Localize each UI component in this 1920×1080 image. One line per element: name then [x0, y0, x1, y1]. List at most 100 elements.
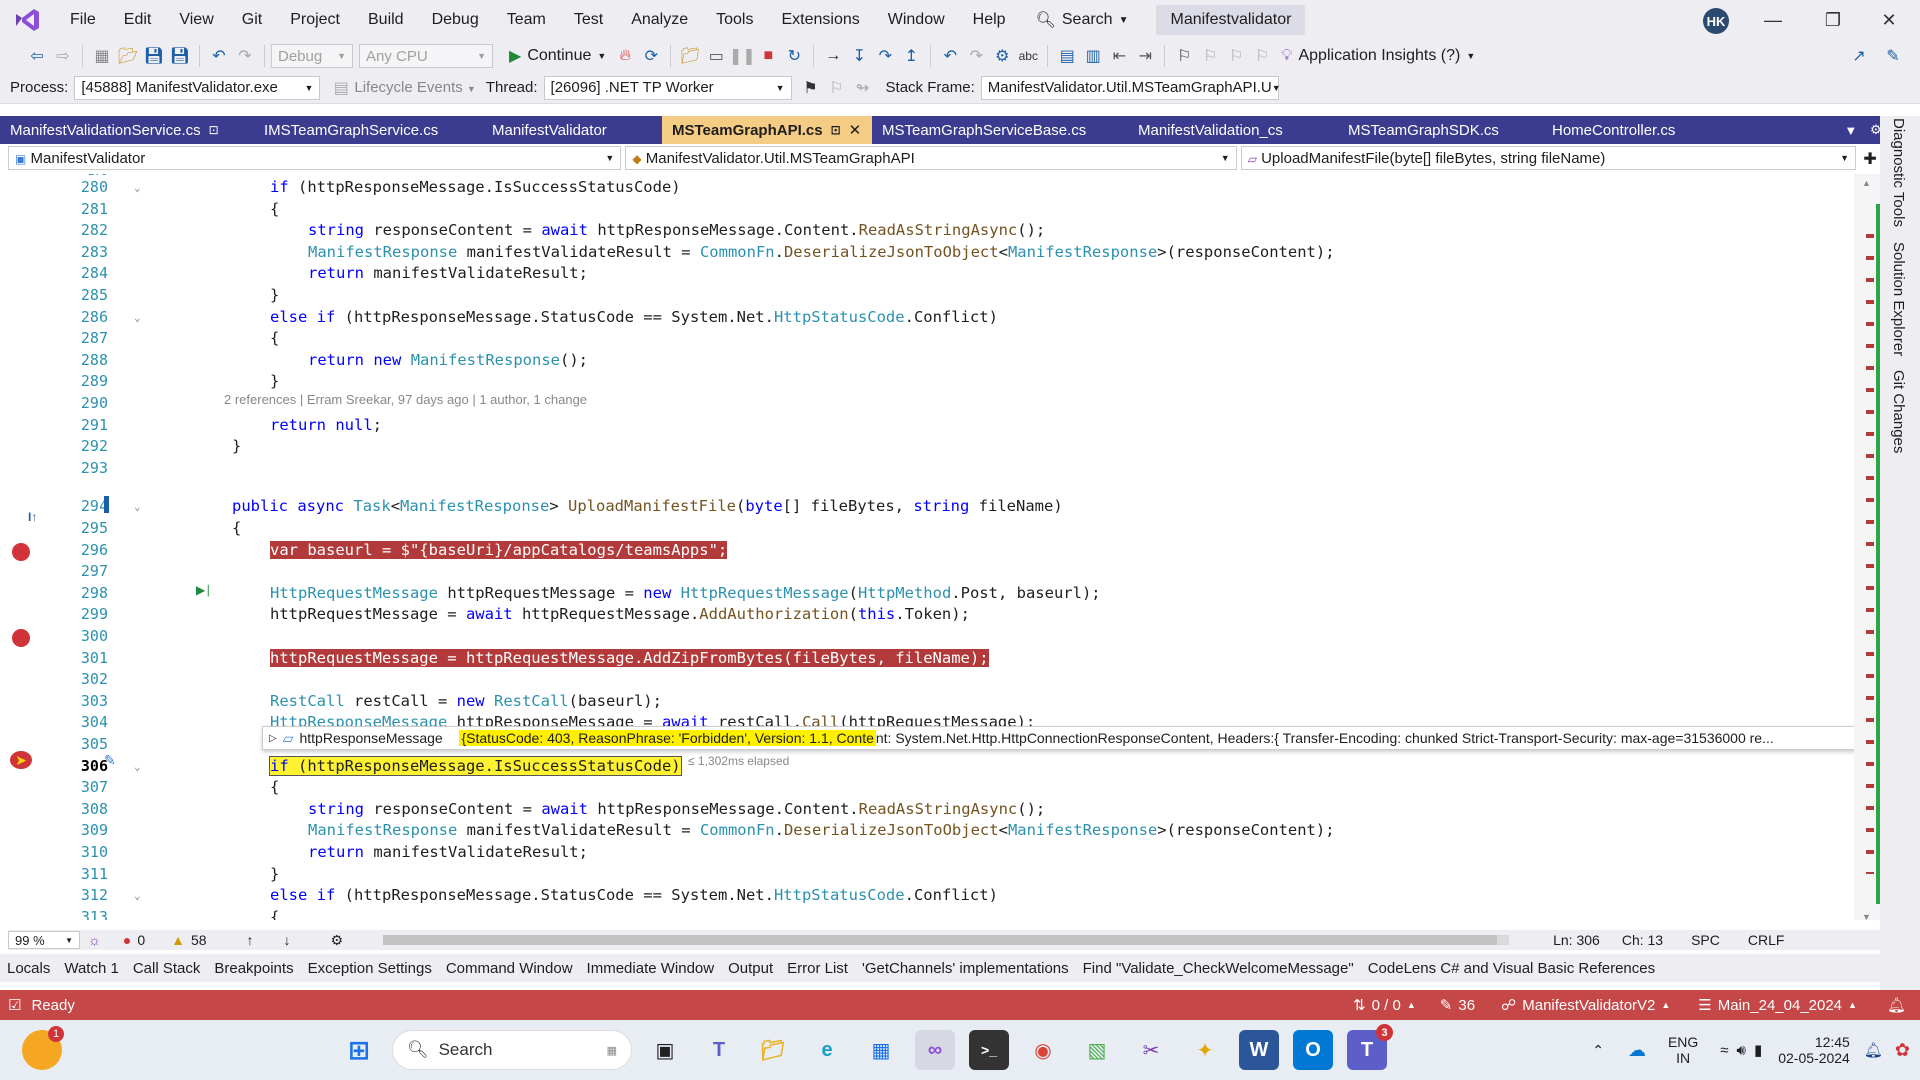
restore-button[interactable]: ❐: [1808, 6, 1858, 34]
clear-bookmarks-icon[interactable]: ⚐: [1249, 43, 1275, 69]
tab-find-results[interactable]: Find "Validate_CheckWelcomeMessage": [1076, 960, 1361, 977]
tab-immediate-window[interactable]: Immediate Window: [580, 960, 722, 977]
photo-editor-icon[interactable]: ▧: [1077, 1030, 1117, 1070]
fold-chevron-icon[interactable]: ⌄: [134, 496, 141, 517]
menu-project[interactable]: Project: [276, 0, 354, 40]
indent-icon[interactable]: ⇥: [1132, 43, 1158, 69]
pin-icon[interactable]: ⊡: [831, 123, 841, 137]
avatar[interactable]: HK: [1703, 8, 1729, 34]
code-text[interactable]: else if (httpResponseMessage.StatusCode …: [270, 885, 998, 906]
microsoft-store-icon[interactable]: ▦: [861, 1030, 901, 1070]
pin-icon[interactable]: ⊡: [209, 123, 219, 137]
spell-check-icon[interactable]: abc: [1015, 43, 1041, 69]
code-text[interactable]: ManifestResponse manifestValidateResult …: [308, 242, 1335, 263]
bookmark-icon[interactable]: ⚐: [1171, 43, 1197, 69]
branch-name[interactable]: Main_24_04_2024: [1718, 997, 1842, 1014]
tab-msteamgraphservicebase[interactable]: MSTeamGraphServiceBase.cs: [872, 116, 1128, 144]
thread-select[interactable]: [26096] .NET TP Worker ▼: [543, 75, 792, 100]
code-text[interactable]: string responseContent = await httpRespo…: [308, 220, 1045, 241]
step-over-icon[interactable]: ↷: [872, 43, 898, 69]
show-next-statement-icon[interactable]: →: [820, 43, 846, 69]
error-icon[interactable]: ●: [123, 932, 131, 948]
battery-icon[interactable]: ▮: [1754, 1041, 1762, 1059]
code-text[interactable]: var baseurl = $"{baseUri}/appCatalogs/te…: [270, 540, 728, 561]
project-dropdown[interactable]: ▣ ManifestValidator ▼: [8, 146, 622, 170]
code-text[interactable]: else if (httpResponseMessage.StatusCode …: [270, 307, 998, 328]
code-text[interactable]: return manifestValidateResult;: [308, 842, 588, 863]
warning-icon[interactable]: ▲: [171, 932, 185, 948]
cleanup-icon[interactable]: ⚙: [331, 932, 344, 949]
vertical-scrollbar[interactable]: ▲ ▼: [1854, 174, 1880, 922]
menu-edit[interactable]: Edit: [110, 0, 166, 40]
forward-icon[interactable]: ⇨: [50, 43, 76, 69]
redo-icon[interactable]: ↷: [963, 43, 989, 69]
flag-icon[interactable]: ⚑: [798, 75, 824, 101]
code-text[interactable]: {: [270, 199, 279, 220]
hot-reload-icon[interactable]: 🔥︎: [612, 43, 638, 69]
menu-git[interactable]: Git: [228, 0, 276, 40]
file-explorer-icon[interactable]: 📁︎: [753, 1030, 793, 1070]
share-icon[interactable]: ↗: [1846, 43, 1872, 69]
platform-select[interactable]: Any CPU ▼: [359, 44, 493, 68]
pause-icon[interactable]: ❚❚: [729, 43, 756, 69]
menu-help[interactable]: Help: [959, 0, 1020, 40]
menu-tools[interactable]: Tools: [702, 0, 767, 40]
tab-exception-settings[interactable]: Exception Settings: [301, 960, 439, 977]
word-icon[interactable]: W: [1239, 1030, 1279, 1070]
solution-explorer-tab[interactable]: Solution Explorer: [1890, 242, 1907, 356]
tab-imsteamgraphservice[interactable]: IMSTeamGraphService.cs: [254, 116, 482, 144]
breakpoint-icon[interactable]: [12, 543, 30, 561]
fold-chevron-icon[interactable]: ⌄: [134, 177, 141, 198]
windows-icon[interactable]: ▭: [703, 43, 729, 69]
comment-icon[interactable]: ▤: [1054, 43, 1080, 69]
tab-manifestvalidator[interactable]: ManifestValidator: [482, 116, 662, 144]
code-text[interactable]: {: [270, 328, 279, 349]
continue-button[interactable]: ▶ Continue ▼: [503, 46, 612, 66]
save-all-icon[interactable]: 💾︎: [167, 43, 193, 69]
whitespace-indicator[interactable]: SPC: [1691, 932, 1720, 948]
outlook-icon[interactable]: O: [1293, 1030, 1333, 1070]
lifecycle-events-button[interactable]: Lifecycle Events ▼: [354, 79, 475, 96]
split-window-icon[interactable]: ✚: [1860, 146, 1880, 172]
repository-name[interactable]: ManifestValidatorV2: [1522, 997, 1655, 1014]
flag-threads-icon[interactable]: ⚐: [824, 75, 850, 101]
chevron-up-icon[interactable]: ⌃: [1592, 1042, 1604, 1059]
menu-debug[interactable]: Debug: [418, 0, 493, 40]
scroll-up-icon[interactable]: ▲: [1862, 178, 1871, 188]
fold-chevron-icon[interactable]: ⌄: [134, 756, 141, 777]
menu-extensions[interactable]: Extensions: [767, 0, 873, 40]
tab-homecontroller[interactable]: HomeController.cs: [1542, 116, 1722, 144]
expand-callstack-icon[interactable]: ↬: [850, 75, 876, 101]
menu-window[interactable]: Window: [874, 0, 959, 40]
pending-changes[interactable]: 36: [1458, 997, 1475, 1014]
line-ending-indicator[interactable]: CRLF: [1748, 932, 1785, 948]
run-to-click-icon[interactable]: ▶∣: [196, 583, 211, 597]
application-insights-button[interactable]: 💡︎ Application Insights (?) ▼: [1275, 47, 1481, 65]
scroll-down-icon[interactable]: ▼: [1862, 912, 1871, 922]
horizontal-scroll-thumb[interactable]: [383, 935, 1498, 945]
windows-start-icon[interactable]: ⊞: [339, 1030, 379, 1070]
tab-breakpoints[interactable]: Breakpoints: [207, 960, 300, 977]
code-text[interactable]: {: [270, 777, 279, 798]
code-text[interactable]: }: [270, 864, 279, 885]
undo-icon[interactable]: ↶: [937, 43, 963, 69]
solution-config-select[interactable]: Debug ▼: [271, 44, 353, 68]
menu-team[interactable]: Team: [493, 0, 560, 40]
next-bookmark-icon[interactable]: ⚐: [1223, 43, 1249, 69]
terminal-icon[interactable]: >_: [969, 1030, 1009, 1070]
teams-icon[interactable]: T 3: [1347, 1024, 1393, 1070]
snipping-tool-icon[interactable]: ✂: [1131, 1030, 1171, 1070]
visual-studio-icon[interactable]: ∞: [915, 1030, 955, 1070]
paint-icon[interactable]: ✦: [1185, 1030, 1225, 1070]
chrome-icon[interactable]: ◉: [1023, 1030, 1063, 1070]
column-indicator[interactable]: Ch: 13: [1622, 932, 1663, 948]
code-text[interactable]: return null;: [270, 415, 382, 436]
outdent-icon[interactable]: ⇤: [1106, 43, 1132, 69]
implementation-glyph-icon[interactable]: I↑: [28, 510, 37, 524]
arrow-down-icon[interactable]: ↓: [284, 932, 291, 948]
menu-analyze[interactable]: Analyze: [617, 0, 702, 40]
tab-locals[interactable]: Locals: [0, 960, 57, 977]
code-text[interactable]: return new ManifestResponse();: [308, 350, 588, 371]
browser-link-icon[interactable]: 📁︎: [677, 43, 703, 69]
code-editor[interactable]: 279 280⌄if (httpResponseMessage.IsSucces…: [8, 174, 1854, 920]
